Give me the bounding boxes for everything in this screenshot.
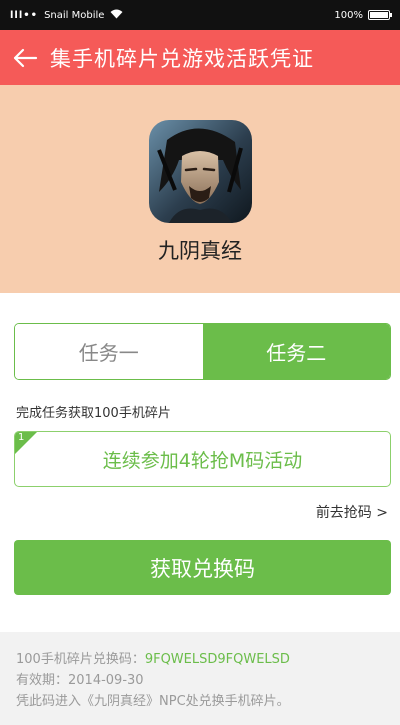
carrier-name: Snail Mobile [44, 9, 105, 21]
signal-icon: lll•• [10, 9, 39, 21]
arrow-left-icon[interactable] [0, 30, 50, 85]
page-title: 集手机碎片兑游戏活跃凭证 [50, 46, 314, 71]
tab-task-two[interactable]: 任务二 [202, 324, 390, 379]
task-number: 1 [18, 432, 25, 443]
status-bar: lll•• Snail Mobile 100% [0, 0, 400, 30]
game-hero: 九阴真经 [0, 85, 400, 293]
game-app-icon [148, 120, 252, 223]
redeem-note: 凭此码进入《九阴真经》NPC处兑换手机碎片。 [16, 694, 290, 709]
battery-icon [368, 10, 392, 20]
battery-percent: 100% [334, 9, 363, 21]
title-bar: 集手机碎片兑游戏活跃凭证 [0, 30, 400, 85]
task-card: 1 连续参加4轮抢M码活动 [14, 431, 391, 487]
task-description: 完成任务获取100手机碎片 [16, 406, 171, 421]
code-info: 100手机碎片兑换码：9FQWELSD9FQWELSD 有效期：2014-09-… [0, 632, 400, 725]
code-line: 100手机碎片兑换码：9FQWELSD9FQWELSD [16, 649, 384, 670]
go-grab-code-link[interactable]: 前去抢码 > [316, 502, 388, 522]
expiry-date: 有效期：2014-09-30 [16, 673, 144, 688]
get-code-button[interactable]: 获取兑换码 [14, 540, 391, 595]
task-tabs: 任务一 任务二 [14, 323, 391, 380]
status-right: 100% [334, 9, 392, 21]
wifi-icon [110, 9, 123, 22]
tab-task-one[interactable]: 任务一 [15, 324, 203, 379]
code-label: 100手机碎片兑换码： [16, 652, 145, 667]
task-text: 连续参加4轮抢M码活动 [102, 449, 303, 472]
game-name: 九阴真经 [158, 239, 242, 263]
code-value: 9FQWELSD9FQWELSD [144, 652, 290, 667]
